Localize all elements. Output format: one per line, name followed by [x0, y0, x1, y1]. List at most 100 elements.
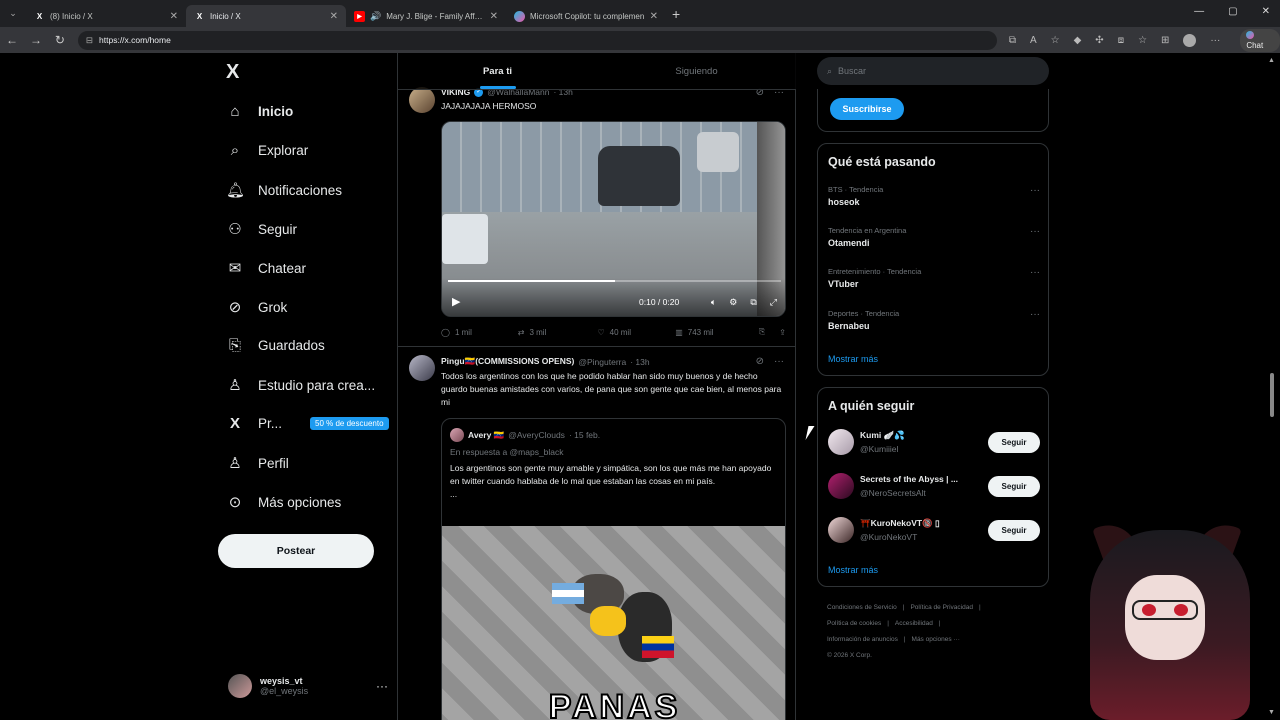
tweet[interactable]: Pingu🇻🇪(COMMISSIONS OPENS) @Pinguterra ·…: [398, 353, 796, 720]
volume-icon[interactable]: 🔈︎: [711, 297, 716, 308]
follow-suggestion[interactable]: Kumi 🪽💦 @Kumiiiel Seguir: [828, 429, 1040, 459]
footer-link[interactable]: Política de Privacidad: [910, 604, 973, 611]
x-logo-icon[interactable]: X: [226, 62, 246, 82]
footer-link[interactable]: Más opciones ···: [912, 636, 960, 643]
sidebar-item-profile[interactable]: ♙ Perfil: [226, 454, 289, 472]
trend-item[interactable]: Deportes · Tendencia Bernabeu ···: [828, 309, 1040, 331]
quote-image[interactable]: PANAS: [442, 526, 785, 720]
trend-item[interactable]: Tendencia en Argentina Otamendi ···: [828, 226, 1040, 248]
reload-icon[interactable]: ↻: [48, 33, 72, 47]
search-input[interactable]: ⌕ Buscar: [817, 57, 1049, 85]
fullscreen-icon[interactable]: ⤢: [770, 297, 777, 308]
more-icon[interactable]: ···: [376, 679, 388, 693]
footer-link[interactable]: Política de cookies: [827, 620, 881, 627]
sidebar-item-explore[interactable]: ⌕ Explorar: [226, 142, 308, 159]
speaker-icon[interactable]: 🔊: [370, 11, 381, 22]
sidebar-item-follow[interactable]: ⚇ Seguir: [226, 220, 297, 238]
close-tab-icon[interactable]: ✕: [650, 11, 658, 22]
repost-button[interactable]: ⇄ 3 mil: [518, 328, 598, 337]
collections-icon[interactable]: ⊞: [1161, 35, 1169, 46]
share-icon[interactable]: ⇪: [779, 328, 786, 337]
close-tab-icon[interactable]: ✕: [490, 11, 498, 22]
follow-button[interactable]: Seguir: [988, 476, 1040, 497]
quoted-tweet[interactable]: Avery 🇻🇪 @AveryClouds · 15 feb. En respu…: [441, 418, 786, 720]
minimize-icon[interactable]: —: [1194, 6, 1204, 17]
copilot-chat-button[interactable]: Chat: [1240, 28, 1280, 52]
video-player[interactable]: ▶ 0:10 / 0:20 🔈︎ ⚙ ⧉ ⤢: [441, 121, 786, 317]
tab-following[interactable]: Siguiendo: [597, 53, 796, 89]
more-icon[interactable]: ···: [1030, 267, 1040, 278]
subscribe-button[interactable]: Suscribirse: [830, 98, 904, 120]
footer-link[interactable]: Condiciones de Servicio: [827, 604, 897, 611]
sidebar-item-more-options[interactable]: ⊙ Más opciones: [226, 493, 342, 511]
footer-link[interactable]: Información de anuncios: [827, 636, 898, 643]
scroll-up-icon[interactable]: ▲: [1268, 57, 1275, 64]
close-tab-icon[interactable]: ✕: [330, 11, 338, 22]
trend-item[interactable]: BTS · Tendencia hoseok ···: [828, 185, 1040, 207]
avatar[interactable]: [409, 87, 435, 113]
reply-button[interactable]: ◯ 1 mil: [441, 328, 518, 337]
sidebar-item-premium[interactable]: X Pr... 50 % de descuento: [226, 415, 389, 432]
site-info-icon[interactable]: ⊟: [86, 35, 93, 46]
show-more-trends-link[interactable]: Mostrar más: [828, 354, 878, 364]
more-icon[interactable]: ···: [1030, 226, 1040, 237]
follow-suggestion[interactable]: Secrets of the Abyss | ... @NeroSecretsA…: [828, 473, 1040, 503]
sidebar-item-creator-studio[interactable]: ♙ Estudio para crea...: [226, 376, 375, 394]
browser-tab-4[interactable]: Microsoft Copilot: tu complemen ✕: [506, 5, 666, 27]
reader-mode-icon[interactable]: ⧉: [1009, 35, 1016, 46]
read-aloud-icon[interactable]: A: [1030, 35, 1037, 46]
address-field[interactable]: ⊟ https://x.com/home: [77, 30, 997, 50]
video-progress-bar[interactable]: [448, 280, 781, 282]
post-button[interactable]: Postear: [218, 534, 374, 568]
page-scrollbar[interactable]: ▲ ▼: [1267, 53, 1277, 720]
tab-list-chevron-icon[interactable]: ⌄: [0, 8, 26, 19]
more-icon[interactable]: ···: [1030, 185, 1040, 196]
sidebar-item-bookmarks[interactable]: ⎘ Guardados: [226, 337, 325, 354]
browser-tab-3[interactable]: ▶ 🔊 Mary J. Blige - Family Affair (O ✕: [346, 5, 506, 27]
browser-tab-2[interactable]: X Inicio / X ✕: [186, 5, 346, 27]
profile-avatar-icon[interactable]: [1183, 33, 1197, 47]
extension-icon[interactable]: ◆: [1074, 35, 1082, 46]
back-icon[interactable]: ←: [0, 33, 24, 47]
follow-button[interactable]: Seguir: [988, 520, 1040, 541]
trend-item[interactable]: Entretenimiento · Tendencia VTuber ···: [828, 267, 1040, 289]
like-button[interactable]: ♡ 40 mil: [597, 328, 675, 337]
browser-tab-1[interactable]: X (8) Inicio / X ✕: [26, 5, 186, 27]
play-icon[interactable]: ▶: [452, 295, 460, 308]
follow-suggestion[interactable]: ⛩️KuroNekoVT🔞 ▯ @KuroNekoVT Seguir: [828, 517, 1040, 547]
settings-more-icon[interactable]: ···: [1210, 35, 1220, 46]
favorite-star-icon[interactable]: ☆: [1051, 35, 1060, 46]
footer-link[interactable]: Accesibilidad: [895, 620, 933, 627]
tweet-time[interactable]: · 13h: [630, 357, 649, 367]
account-switcher[interactable]: weysis_vt @el_weysis ···: [228, 674, 388, 698]
avatar[interactable]: [409, 355, 435, 381]
sidebar-item-notifications[interactable]: 🔔︎ Notificaciones: [226, 181, 342, 199]
close-tab-icon[interactable]: ✕: [170, 11, 178, 22]
bookmark-icon[interactable]: ⎘: [759, 327, 765, 337]
sidebar-item-home[interactable]: ⌂ Inicio: [226, 103, 293, 120]
follow-button[interactable]: Seguir: [988, 432, 1040, 453]
settings-gear-icon[interactable]: ⚙: [729, 297, 737, 308]
extensions-puzzle-icon[interactable]: ✣: [1095, 35, 1103, 46]
favorites-icon[interactable]: ☆: [1138, 35, 1147, 46]
tweet[interactable]: VIKING ✓ @WalhallaMann · 13h ⊘ ··· JAJAJ…: [398, 83, 796, 346]
author-name[interactable]: Pingu🇻🇪(COMMISSIONS OPENS): [441, 356, 574, 367]
new-tab-button[interactable]: +: [672, 6, 680, 22]
show-more-follow-link[interactable]: Mostrar más: [828, 565, 878, 575]
maximize-icon[interactable]: ▢: [1228, 6, 1237, 17]
forward-icon[interactable]: →: [24, 33, 48, 47]
more-icon[interactable]: ···: [774, 356, 784, 367]
views-button[interactable]: ▥ 743 mil: [675, 328, 759, 337]
split-screen-icon[interactable]: ⧈: [1118, 35, 1124, 46]
scrollbar-thumb[interactable]: [1270, 373, 1274, 417]
scroll-down-icon[interactable]: ▼: [1268, 709, 1275, 716]
tab-for-you[interactable]: Para ti: [398, 53, 597, 89]
grok-icon[interactable]: ⊘: [756, 356, 764, 367]
sidebar-item-grok[interactable]: ⊘ Grok: [226, 298, 288, 316]
sidebar-item-chat[interactable]: ✉ Chatear: [226, 259, 306, 277]
author-handle[interactable]: @Pinguterra: [578, 357, 626, 367]
close-window-icon[interactable]: ✕: [1262, 6, 1270, 17]
footer-links: Condiciones de Servicio | Política de Priv…: [827, 600, 1042, 664]
more-icon[interactable]: ···: [1030, 309, 1040, 320]
picture-in-picture-icon[interactable]: ⧉: [750, 297, 756, 308]
